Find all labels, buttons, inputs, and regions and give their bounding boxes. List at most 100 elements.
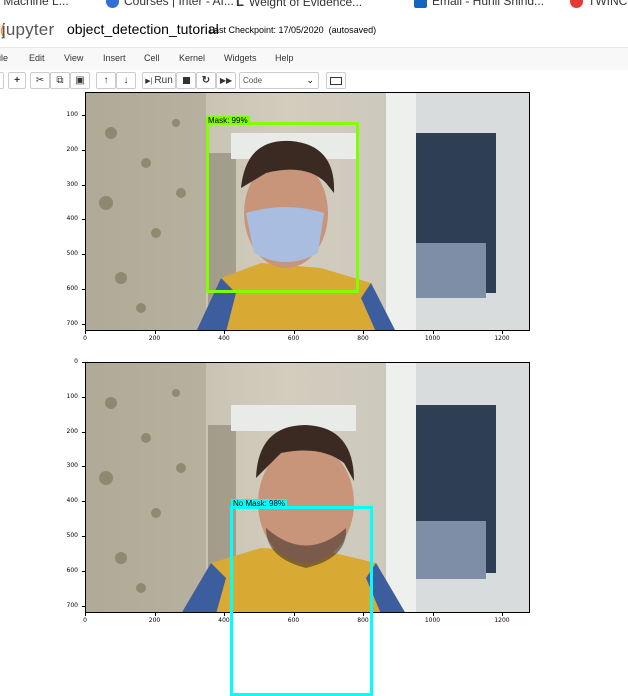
x-tick-label: 400: [218, 617, 230, 624]
x-tick-mark: [224, 613, 225, 616]
y-tick-mark: [82, 501, 85, 503]
notebook-title[interactable]: object_detection_tutorial: [67, 21, 219, 37]
menu-edit[interactable]: Edit: [29, 53, 45, 63]
stop-icon: [182, 77, 190, 84]
menu-insert[interactable]: Insert: [103, 53, 126, 63]
cell-type-select[interactable]: Code ⌄: [239, 72, 319, 89]
menu-help[interactable]: Help: [275, 53, 294, 63]
move-down-button[interactable]: ↓: [116, 72, 136, 89]
menu-kernel[interactable]: Kernel: [179, 53, 205, 63]
bookmark-4[interactable]: Email - Hunil Shind...: [414, 0, 544, 8]
command-palette-button[interactable]: [326, 72, 346, 89]
x-tick-mark: [85, 613, 86, 616]
x-tick-mark: [432, 613, 434, 616]
x-tick-label: 600: [287, 335, 300, 342]
x-tick-label: 200: [148, 335, 161, 342]
y-tick-mark: [82, 219, 85, 221]
x-tick-label: 1200: [494, 335, 510, 342]
bookmarks-bar: r Machine L... Courses | Inter - AI... L…: [0, 0, 628, 10]
x-tick-mark: [502, 613, 503, 616]
jupyter-logo[interactable]: (jupyter: [0, 20, 54, 40]
keyboard-icon: [330, 76, 342, 85]
x-tick-label: 200: [148, 617, 161, 624]
x-tick-label: 800: [357, 335, 369, 342]
y-tick-label: 300: [66, 462, 78, 470]
doc-icon: L: [236, 0, 244, 9]
x-tick-mark: [363, 613, 364, 616]
x-tick-label: 400: [218, 335, 230, 342]
paste-icon: ▣: [75, 75, 85, 86]
bookmark-5[interactable]: TWINC: [570, 0, 627, 8]
y-tick-mark: [82, 149, 85, 151]
y-tick-label: 600: [66, 285, 78, 292]
y-tick-mark: [82, 570, 85, 572]
x-tick-mark: [293, 331, 295, 334]
checkpoint-status: Last Checkpoint: 17/05/2020 (autosaved): [209, 25, 377, 35]
menu-file[interactable]: ile: [0, 53, 8, 63]
x-tick-mark: [154, 331, 156, 334]
copy-icon: ⧉: [56, 75, 64, 86]
x-tick-label: 800: [357, 617, 369, 624]
plus-icon: +: [14, 75, 20, 86]
y-tick-label: 400: [66, 497, 78, 505]
x-tick-mark: [363, 331, 364, 334]
mask-detection-label: Mask: 99%: [206, 116, 250, 125]
output-plot-mask: Mask: 99% 100 200 300 400 500 600 700 0 200 400 6…: [0, 92, 628, 342]
x-tick-label: 1000: [424, 335, 441, 342]
y-tick-mark: [82, 289, 85, 290]
x-tick-label: 0: [83, 617, 87, 624]
y-tick-label: 400: [66, 215, 78, 223]
x-tick-label: 600: [287, 617, 300, 624]
x-tick-label: 1200: [494, 617, 510, 624]
courses-icon: [106, 0, 119, 8]
site-icon: [570, 0, 583, 8]
save-button[interactable]: [0, 72, 4, 89]
x-tick-label: 0: [83, 335, 87, 342]
toolbar: + ✂ ⧉ ▣ ↑ ↓ ▶| Run ↻ ▶▶ Code ⌄: [0, 70, 628, 92]
paste-button[interactable]: ▣: [70, 72, 90, 89]
y-tick-label: 0: [74, 358, 78, 365]
mask-bounding-box: [206, 122, 359, 293]
y-tick-label: 200: [66, 427, 78, 435]
y-tick-mark: [82, 254, 85, 256]
insert-cell-button[interactable]: +: [8, 72, 26, 89]
y-tick-label: 300: [66, 180, 78, 188]
run-button[interactable]: ▶| Run: [142, 72, 176, 89]
y-tick-mark: [82, 362, 85, 363]
nomask-detection-label: No Mask: 98%: [231, 499, 288, 508]
move-up-button[interactable]: ↑: [96, 72, 116, 89]
y-tick-mark: [82, 396, 85, 398]
y-tick-mark: [82, 184, 85, 186]
y-tick-label: 200: [66, 145, 78, 153]
notebook-header: (jupyter object_detection_tutorial Last …: [0, 10, 628, 46]
y-tick-mark: [82, 431, 85, 433]
run-all-button[interactable]: ▶▶: [216, 72, 236, 89]
y-tick-label: 700: [66, 319, 78, 327]
menu-cell[interactable]: Cell: [144, 53, 160, 63]
copy-button[interactable]: ⧉: [50, 72, 70, 89]
y-tick-label: 500: [66, 250, 78, 258]
bookmark-2[interactable]: Courses | Inter - AI...: [106, 0, 234, 8]
arrow-up-icon: ↑: [103, 75, 109, 86]
step-forward-icon: ▶|: [145, 77, 153, 85]
x-tick-mark: [432, 331, 434, 334]
bookmark-1[interactable]: r Machine L...: [0, 0, 69, 8]
cut-button[interactable]: ✂: [30, 72, 50, 89]
menu-view[interactable]: View: [64, 53, 83, 63]
menu-widgets[interactable]: Widgets: [224, 53, 257, 63]
scissors-icon: ✂: [35, 75, 45, 86]
y-tick-mark: [82, 323, 85, 325]
y-tick-label: 500: [66, 532, 78, 539]
y-tick-label: 600: [66, 566, 78, 574]
cell-output: Mask: 99% 100 200 300 400 500 600 700 0 200 400 6…: [0, 92, 628, 696]
bookmark-3[interactable]: L Weight of Evidence...: [236, 0, 362, 9]
output-plot-nomask: No Mask: 98% 0 100 200 300 400 500 600 700 0 200…: [0, 358, 628, 696]
arrow-down-icon: ↓: [123, 75, 129, 86]
nomask-bounding-box: [230, 506, 373, 696]
restart-icon: ↻: [201, 75, 211, 86]
y-tick-mark: [82, 605, 85, 607]
restart-button[interactable]: ↻: [196, 72, 216, 89]
x-tick-label: 1000: [424, 617, 441, 624]
interrupt-button[interactable]: [176, 72, 196, 89]
y-tick-label: 100: [66, 392, 78, 400]
